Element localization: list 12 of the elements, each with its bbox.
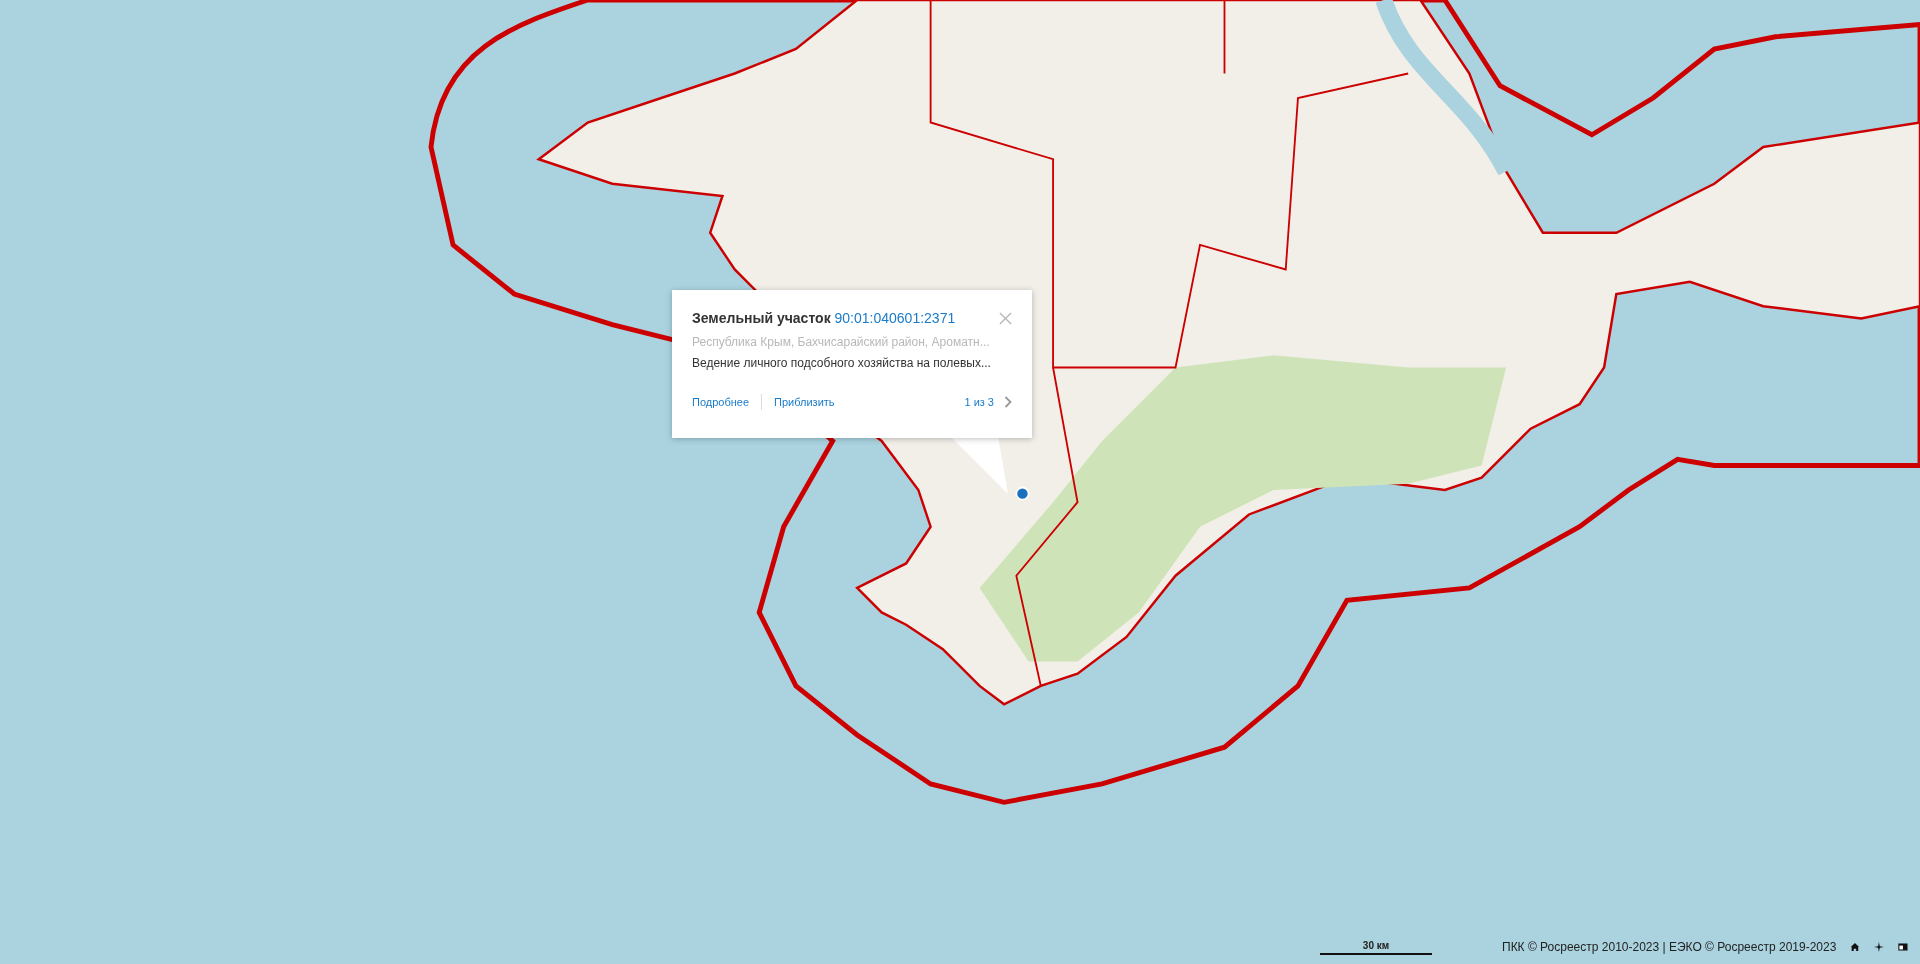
popup-action-link[interactable]: Подробнее — [692, 396, 750, 408]
attribution-text: ПКК © Росреестр 2010-2023 | ЕЭКО © Росреестр 2019-2023 — [1502, 940, 1837, 954]
description-text: Ведение личного подсобного хозяйства на полевых... — [692, 356, 992, 370]
home-icon[interactable] — [1850, 941, 1861, 953]
popup-action-link[interactable]: Приблизить — [774, 396, 835, 408]
cadastral-number-link[interactable]: 90:01:040601:2371 — [834, 310, 956, 326]
pager-text: 1 из 3 — [964, 396, 994, 408]
popup-title: Земельный участок 90:01:040601:2371 — [692, 310, 956, 326]
chevron-right-icon[interactable] — [1004, 396, 1012, 408]
scale-bar: 30 км — [1320, 939, 1432, 955]
address-text: Республика Крым, Бахчисарайский район, Ароматн... — [692, 335, 991, 349]
window-icon[interactable] — [1898, 941, 1908, 953]
